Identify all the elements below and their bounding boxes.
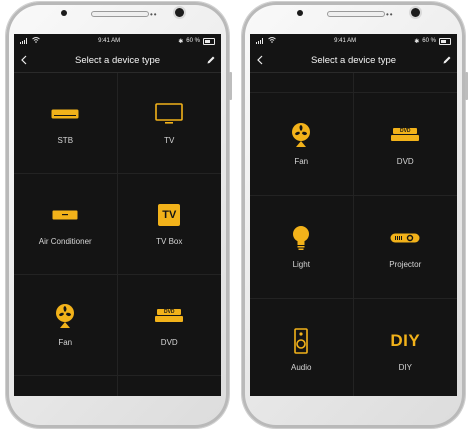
device-tile-diy[interactable]: DIY DIY [354, 299, 458, 396]
speaker-icon [294, 328, 309, 354]
status-time: 9:41 AM [334, 38, 357, 44]
front-camera [411, 8, 420, 17]
wifi-icon [268, 37, 276, 45]
device-tile-dvd[interactable]: DVD DVD [353, 93, 457, 196]
device-tile-air-conditioner[interactable]: Air Conditioner [14, 174, 118, 275]
volume-button [465, 72, 468, 100]
device-tile-dvd[interactable]: DVD DVD [117, 275, 221, 376]
speaker-dots: •• [150, 10, 158, 19]
device-grid: STB TV Air Conditioner TV TV Box Fan DVD… [14, 73, 221, 396]
fan-icon [54, 303, 76, 329]
diy-icon-text: DIY [390, 331, 421, 350]
dvd-icon: DVD [155, 303, 184, 329]
device-grid: Fan DVD DVD Light Projector Audio DIY DI… [250, 73, 457, 396]
tv-box-icon-text: TV [162, 209, 177, 221]
device-label: Audio [291, 363, 312, 372]
dvd-icon-text: DVD [163, 308, 175, 315]
battery-percent: 60 % [186, 38, 200, 44]
status-bar: 9:41 AM ✱ 60 % [14, 34, 221, 48]
air-conditioner-icon [52, 202, 78, 228]
device-label: Air Conditioner [38, 237, 92, 246]
navigation-bar: Select a device type [250, 48, 457, 73]
device-label: TV Box [156, 237, 183, 246]
back-chevron-icon [257, 55, 263, 65]
device-tile-fan[interactable]: Fan [250, 93, 354, 196]
device-label: Fan [294, 157, 309, 166]
device-tile-partial [250, 73, 354, 93]
dvd-icon-text: DVD [399, 127, 411, 134]
device-tile-stb[interactable]: STB [14, 73, 118, 174]
page-title: Select a device type [310, 54, 397, 66]
app-screen: 9:41 AM ✱ 60 % Select a device type Fan … [250, 34, 457, 396]
device-tile-fan[interactable]: Fan [14, 275, 118, 376]
battery-percent: 60 % [422, 38, 436, 44]
device-tile-partial [14, 376, 118, 396]
device-tile-projector[interactable]: Projector [353, 196, 457, 299]
edit-button[interactable] [437, 50, 457, 70]
device-tile-partial [118, 376, 222, 396]
device-tile-tv-box[interactable]: TV TV Box [117, 174, 221, 275]
battery-icon [202, 37, 215, 45]
signal-icon [20, 38, 27, 44]
app-screen: 9:41 AM ✱ 60 % Select a device type STB … [14, 34, 221, 396]
light-bulb-icon [292, 225, 310, 251]
navigation-bar: Select a device type [14, 48, 221, 73]
front-sensor [297, 10, 303, 16]
device-label: DVD [160, 338, 178, 347]
status-bar: 9:41 AM ✱ 60 % [250, 34, 457, 48]
front-sensor [61, 10, 67, 16]
device-tile-audio[interactable]: Audio [250, 299, 354, 396]
front-camera [175, 8, 184, 17]
device-tile-light[interactable]: Light [250, 196, 354, 299]
pencil-icon [207, 56, 215, 64]
earpiece-speaker [327, 11, 385, 17]
device-tile-partial [353, 73, 457, 93]
pencil-icon [443, 56, 451, 64]
fan-icon [290, 122, 312, 148]
device-label: Light [292, 260, 310, 269]
back-chevron-icon [21, 55, 27, 65]
page-title: Select a device type [74, 54, 161, 66]
diy-icon: DIY [390, 328, 420, 354]
device-label: DVD [396, 157, 414, 166]
phone-left: •• 9:41 AM ✱ 60 % Select a device type S… [6, 2, 232, 428]
back-button[interactable] [14, 52, 34, 68]
back-button[interactable] [250, 52, 270, 68]
signal-icon [256, 38, 263, 44]
device-label: DIY [398, 363, 412, 372]
volume-button [229, 72, 232, 100]
bluetooth-icon: ✱ [178, 38, 184, 45]
bluetooth-icon: ✱ [414, 38, 420, 45]
device-label: Projector [389, 260, 422, 269]
tv-box-icon: TV [158, 202, 181, 228]
wifi-icon [32, 37, 40, 45]
edit-button[interactable] [201, 50, 221, 70]
dvd-icon: DVD [391, 122, 420, 148]
battery-icon [438, 37, 451, 45]
stb-icon [51, 101, 79, 127]
device-label: Fan [58, 338, 73, 347]
device-tile-tv[interactable]: TV [117, 73, 221, 174]
projector-icon [390, 225, 420, 251]
device-label: TV [164, 136, 175, 145]
speaker-dots: •• [386, 10, 394, 19]
status-time: 9:41 AM [98, 38, 121, 44]
phone-right: •• 9:41 AM ✱ 60 % Select a device type F… [242, 2, 468, 428]
tv-icon [155, 101, 184, 127]
device-label: STB [57, 136, 74, 145]
earpiece-speaker [91, 11, 149, 17]
